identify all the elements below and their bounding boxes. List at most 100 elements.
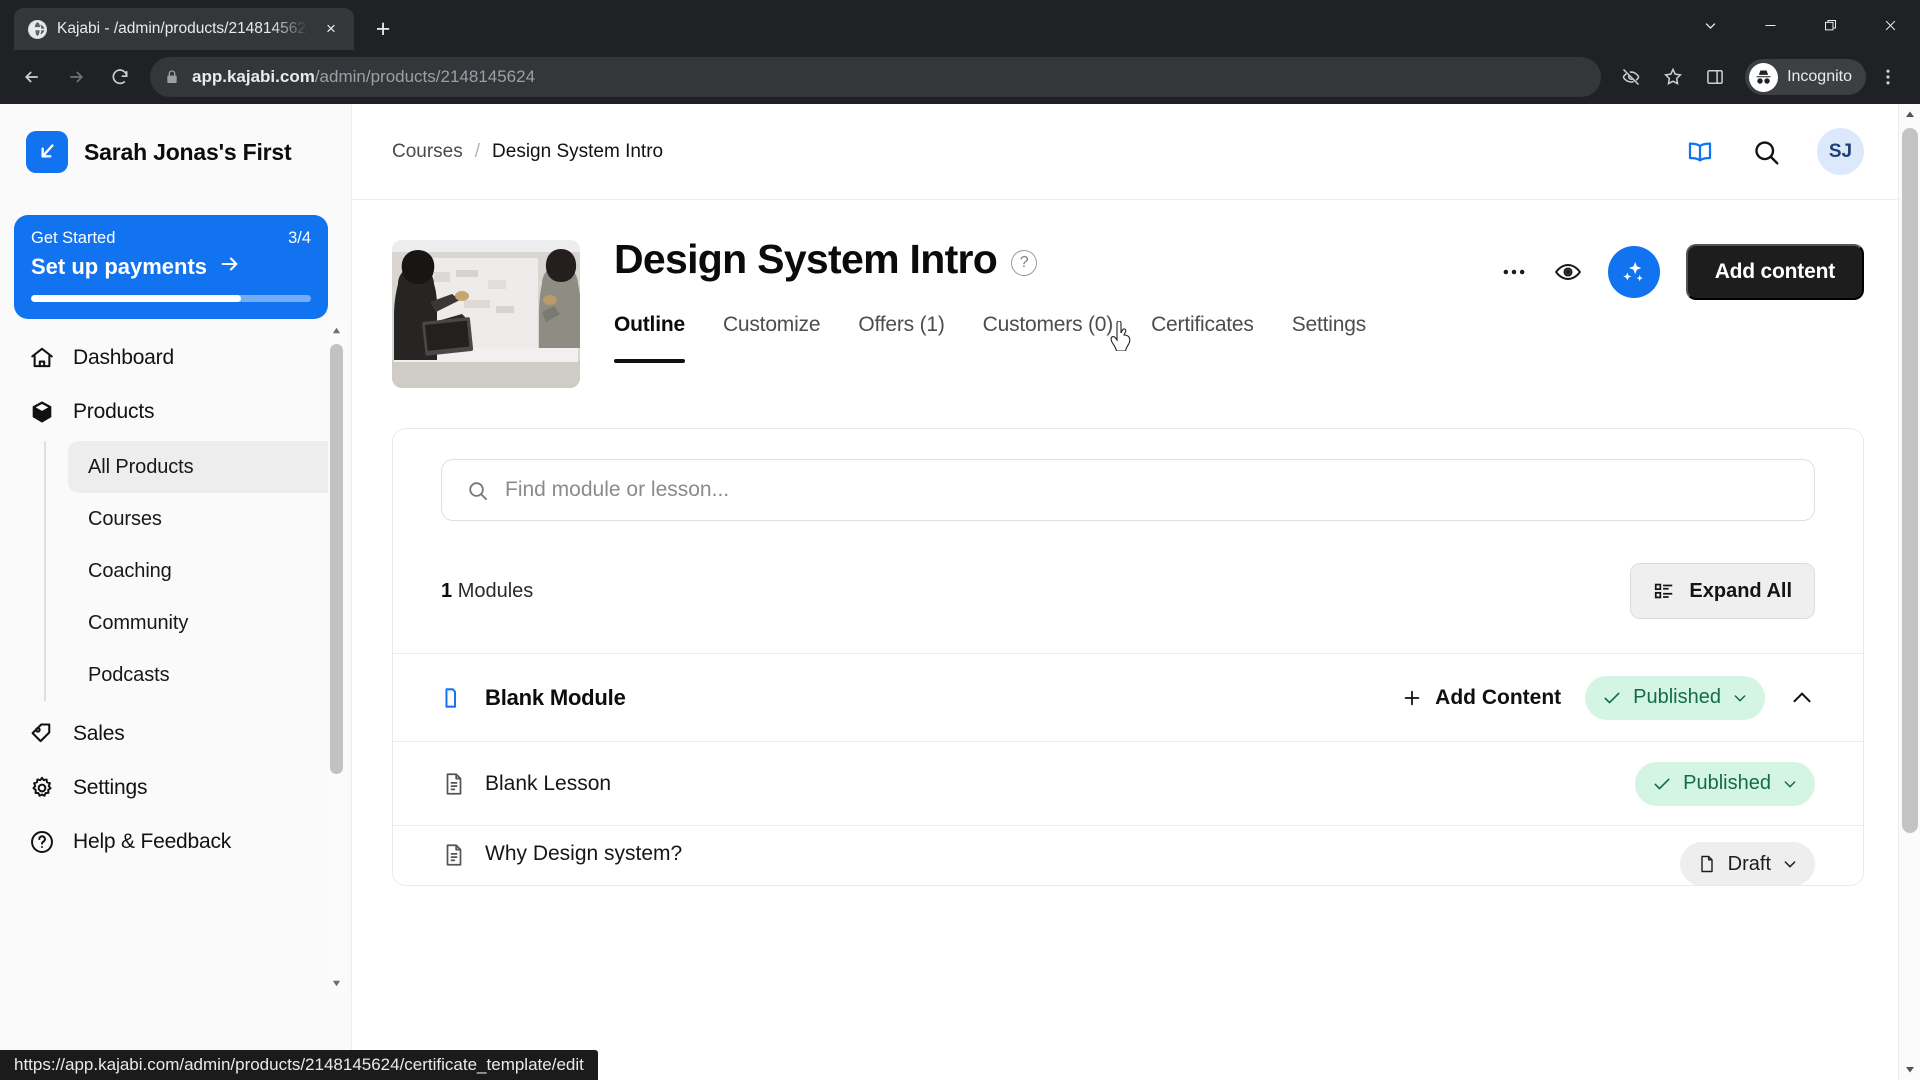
sidebar-item-all-products[interactable]: All Products (68, 441, 338, 493)
status-badge[interactable]: Published (1635, 761, 1815, 806)
status-bar-url: https://app.kajabi.com/admin/products/21… (0, 1050, 598, 1080)
sidebar-item-podcasts[interactable]: Podcasts (68, 649, 338, 701)
page-scrollbar-thumb[interactable] (1902, 128, 1918, 833)
add-content-link[interactable]: Add Content (1401, 686, 1561, 710)
table-row[interactable]: Blank Module Add Content Published (393, 653, 1863, 741)
sidebar-item-settings[interactable]: Settings (14, 761, 338, 815)
lesson-row-actions: Draft (1679, 842, 1815, 885)
tab-search-icon[interactable] (1680, 0, 1740, 50)
main-content: Courses / Design System Intro SJ Design … (352, 104, 1920, 1080)
kebab-menu-icon[interactable] (1868, 57, 1908, 97)
get-started-action[interactable]: Set up payments (31, 253, 311, 281)
minimize-icon[interactable] (1740, 0, 1800, 50)
sidebar-item-help-feedback[interactable]: Help & Feedback (14, 815, 338, 869)
scroll-up-icon[interactable] (328, 322, 345, 339)
search-input[interactable] (505, 478, 1790, 502)
module-title: Blank Module (485, 684, 626, 710)
scroll-up-icon[interactable] (1899, 104, 1920, 124)
sidebar-subitem-label: Courses (88, 507, 162, 530)
sidebar-scrollbar-thumb[interactable] (330, 344, 343, 774)
expand-all-button[interactable]: Expand All (1630, 563, 1815, 619)
new-tab-button[interactable]: + (366, 12, 400, 46)
tab-offers[interactable]: Offers (1) (858, 313, 944, 363)
breadcrumb-current: Design System Intro (492, 140, 664, 162)
url-host: app.kajabi.com (192, 67, 315, 86)
add-content-link-label: Add Content (1435, 685, 1562, 709)
get-started-action-label: Set up payments (31, 254, 208, 279)
folder-icon (441, 685, 467, 711)
module-count: 1 Modules (441, 580, 533, 603)
eye-icon[interactable] (1554, 258, 1582, 286)
check-icon (1654, 778, 1670, 789)
tab-customers[interactable]: Customers (0) (983, 313, 1114, 363)
chevron-up-icon[interactable] (1789, 685, 1815, 711)
sidebar-scroll-area: Get Started 3/4 Set up payments Dashboar… (0, 200, 352, 1080)
plus-icon (1404, 690, 1420, 705)
browser-tab[interactable]: Kajabi - /admin/products/2148145624 × (14, 8, 354, 50)
sidebar-scrollbar[interactable] (328, 322, 345, 992)
page-scrollbar[interactable] (1898, 104, 1920, 1080)
chevron-down-icon (1784, 780, 1796, 788)
product-info: Design System Intro ? Outline Customize … (614, 236, 1472, 363)
module-count-label: Modules (457, 579, 534, 602)
eye-slash-icon[interactable] (1611, 57, 1651, 97)
add-content-button[interactable]: Add content (1685, 244, 1864, 300)
table-row[interactable]: Why Design system? Draft (393, 825, 1863, 885)
page-viewport: Sarah Jonas's First Get Started 3/4 Set … (0, 104, 1920, 1080)
side-panel-icon[interactable] (1695, 57, 1735, 97)
incognito-indicator[interactable]: Incognito (1745, 59, 1866, 95)
address-bar[interactable]: app.kajabi.com/admin/products/2148145624 (150, 57, 1602, 97)
sidebar-item-courses[interactable]: Courses (68, 493, 338, 545)
tab-customize[interactable]: Customize (723, 313, 821, 363)
browser-chrome: Kajabi - /admin/products/2148145624 × + (0, 0, 1920, 104)
table-row[interactable]: Blank Lesson Published (393, 741, 1863, 825)
sidebar-subitem-label: Community (88, 611, 189, 634)
url-path: /admin/products/2148145624 (314, 67, 536, 86)
status-badge[interactable]: Published (1585, 675, 1765, 720)
forward-icon (56, 57, 96, 97)
sidebar-item-label: Settings (73, 776, 148, 799)
box-icon (28, 399, 55, 426)
get-started-card[interactable]: Get Started 3/4 Set up payments (14, 215, 328, 319)
sidebar-item-community[interactable]: Community (68, 597, 338, 649)
home-icon (28, 345, 55, 372)
breadcrumb-parent[interactable]: Courses (392, 141, 463, 163)
scroll-down-icon[interactable] (1899, 1060, 1920, 1080)
reload-icon[interactable] (100, 57, 140, 97)
sidebar-item-dashboard[interactable]: Dashboard (14, 331, 338, 385)
search-icon[interactable] (1751, 137, 1781, 167)
tab-certificates[interactable]: Certificates (1151, 313, 1254, 363)
tab-settings[interactable]: Settings (1292, 313, 1366, 363)
sidebar-item-sales[interactable]: Sales (14, 707, 338, 761)
close-icon[interactable] (1860, 0, 1920, 50)
incognito-label: Incognito (1787, 68, 1852, 85)
back-icon[interactable] (12, 57, 52, 97)
avatar[interactable]: SJ (1817, 128, 1864, 175)
tab-outline[interactable]: Outline (614, 313, 685, 363)
product-actions: Add content (1500, 244, 1864, 300)
sidebar-item-label: Products (73, 400, 155, 423)
toolbar-actions: Incognito (1611, 57, 1908, 97)
brand-name: Sarah Jonas's First (84, 138, 292, 165)
status-badge[interactable]: Draft (1679, 842, 1815, 885)
module-row-actions: Add Content Published (1401, 675, 1815, 720)
sidebar-item-coaching[interactable]: Coaching (68, 545, 338, 597)
outline-search[interactable] (441, 459, 1815, 521)
scroll-down-icon[interactable] (328, 975, 345, 992)
course-thumbnail-photo[interactable] (392, 240, 580, 388)
star-icon[interactable] (1653, 57, 1693, 97)
ellipsis-icon[interactable] (1500, 258, 1528, 286)
gear-icon (28, 775, 55, 802)
book-icon[interactable] (1685, 137, 1715, 167)
question-circle-icon (28, 829, 55, 856)
status-badge-label: Draft (1727, 852, 1771, 875)
sparkles-icon[interactable] (1607, 246, 1660, 298)
sidebar-item-products[interactable]: Products (14, 385, 338, 439)
incognito-icon (1749, 62, 1779, 92)
help-circle-icon[interactable]: ? (1011, 249, 1038, 276)
brand-header[interactable]: Sarah Jonas's First (0, 104, 351, 200)
outline-panel-top: 1 Modules Expand All (393, 429, 1863, 653)
close-icon[interactable]: × (318, 16, 344, 42)
page-icon (1700, 855, 1713, 873)
maximize-icon[interactable] (1800, 0, 1860, 50)
